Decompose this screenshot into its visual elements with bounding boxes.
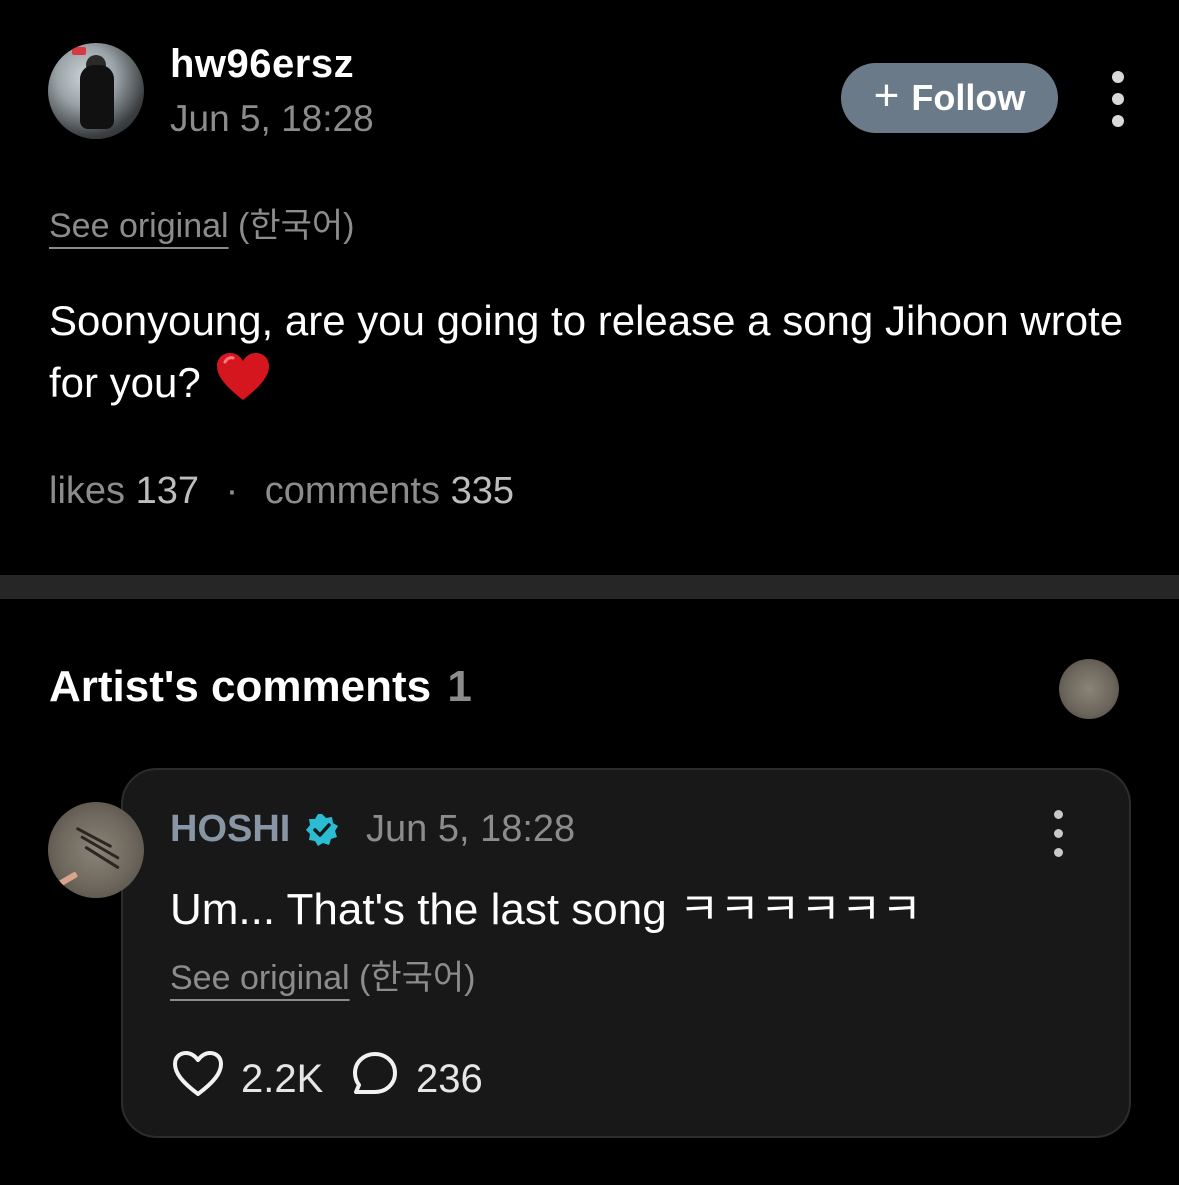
see-original-link[interactable]: See original (49, 207, 229, 245)
comment-bubble-icon (350, 1050, 400, 1108)
plus-icon: + (873, 71, 900, 120)
see-original-comment: See original (한국어) (170, 950, 476, 999)
reply-count: 236 (416, 1056, 483, 1101)
like-count: 2.2K (241, 1056, 324, 1101)
artist-avatar[interactable] (48, 802, 144, 898)
more-options-icon[interactable] (1112, 71, 1124, 127)
section-divider (0, 575, 1179, 599)
follow-button[interactable]: + Follow (841, 63, 1058, 133)
comments-count: 335 (450, 470, 515, 512)
comment-date: Jun 5, 18:28 (366, 808, 576, 850)
original-language: (한국어) (238, 207, 355, 245)
heart-emoji-icon (215, 352, 271, 419)
artist-avatar-small[interactable] (1059, 659, 1119, 719)
comment-original-language: (한국어) (359, 959, 476, 997)
see-original-post: See original (한국어) (49, 198, 355, 247)
post-username[interactable]: hw96ersz (170, 42, 354, 87)
heart-outline-icon (171, 1050, 225, 1108)
reply-button[interactable]: 236 (350, 1050, 483, 1108)
user-avatar[interactable] (48, 43, 144, 139)
comment-see-original-link[interactable]: See original (170, 959, 350, 997)
stats-separator: · (225, 470, 239, 512)
likes-count: 137 (135, 470, 199, 512)
post-body: Soonyoung, are you going to release a so… (49, 290, 1139, 419)
follow-label: Follow (911, 77, 1026, 118)
artist-comments-label: Artist's comments (49, 662, 432, 711)
artist-comments-count: 1 (447, 662, 472, 711)
like-button[interactable]: 2.2K (171, 1050, 323, 1108)
comment-text: Um... That's the last song ㅋㅋㅋㅋㅋㅋ (170, 885, 922, 934)
verified-badge-icon (304, 812, 340, 853)
post-stats: likes 137 · comments 335 (49, 470, 514, 513)
comments-label: comments (264, 470, 441, 512)
post-text: Soonyoung, are you going to release a so… (49, 297, 1124, 406)
artist-name[interactable]: HOSHI (170, 808, 290, 851)
artist-comments-title: Artist's comments 1 (49, 662, 472, 712)
post-date: Jun 5, 18:28 (170, 98, 374, 139)
likes-label: likes (49, 470, 126, 512)
comment-more-options-icon[interactable] (1054, 810, 1063, 857)
